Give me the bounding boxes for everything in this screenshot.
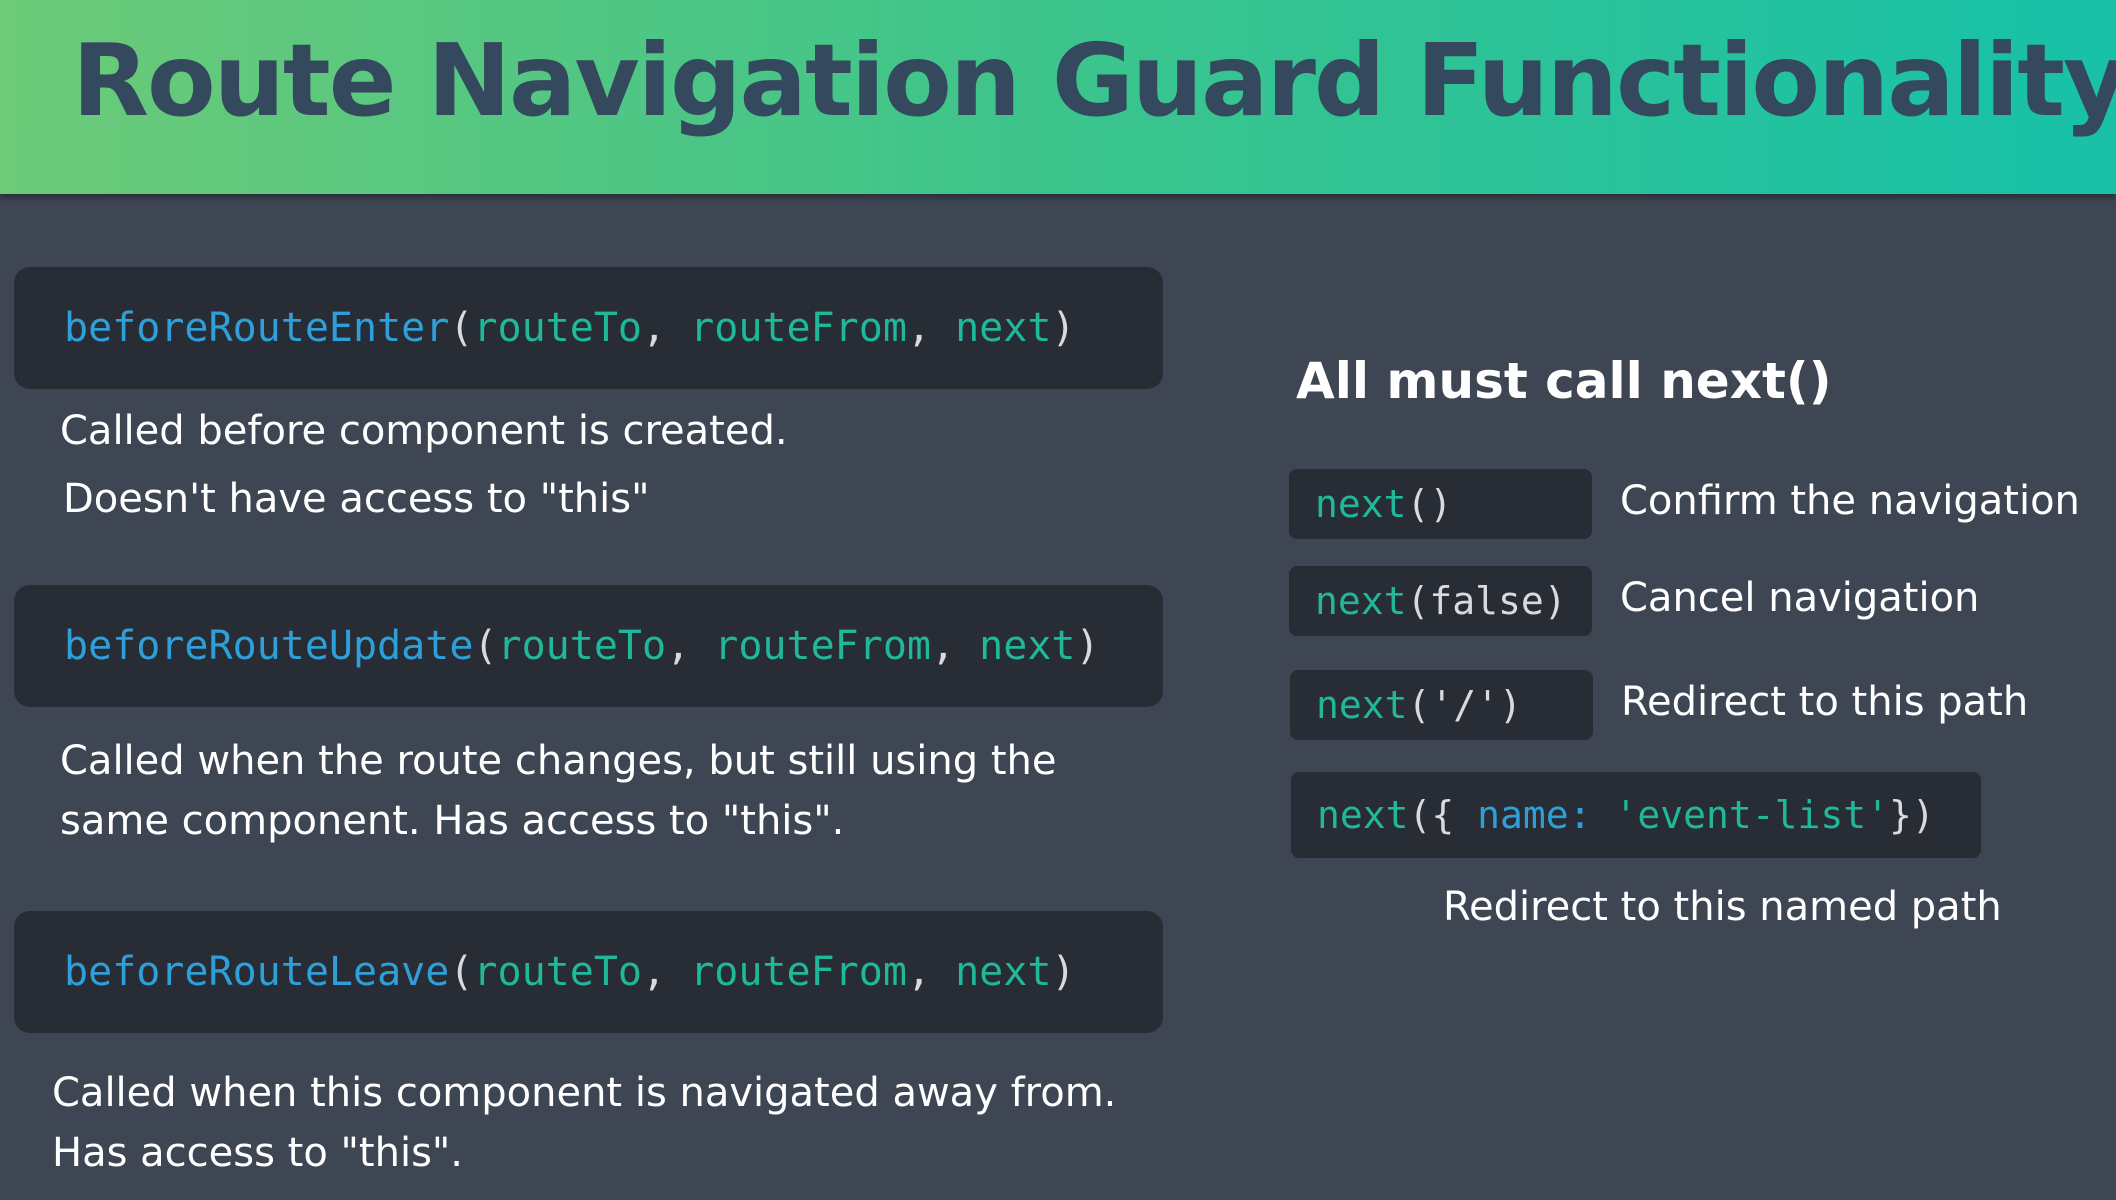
description-before-route-enter-line-2: Doesn't have access to "this" — [63, 476, 650, 522]
arg-next: next — [955, 949, 1052, 995]
code-block-before-route-enter: beforeRouteEnter(routeTo, routeFrom, nex… — [14, 267, 1163, 389]
label-cancel-navigation: Cancel navigation — [1620, 575, 1980, 621]
arg-next: next — [955, 305, 1052, 351]
arg-route-to: routeTo — [497, 623, 667, 669]
function-name: beforeRouteLeave — [64, 949, 450, 995]
function-name: beforeRouteUpdate — [64, 623, 474, 669]
arg-route-from: routeFrom — [690, 305, 907, 351]
header-banner: Route Navigation Guard Functionality — [0, 0, 2116, 194]
function-name: beforeRouteEnter — [64, 305, 450, 351]
code-next-cancel: next (false) — [1289, 566, 1592, 636]
description-before-route-update-line-2: same component. Has access to "this". — [60, 798, 845, 844]
label-confirm-navigation: Confirm the navigation — [1620, 478, 2080, 524]
page-title: Route Navigation Guard Functionality — [72, 22, 2116, 139]
description-before-route-leave-line-2: Has access to "this". — [52, 1130, 464, 1176]
code-next-redirect-path: next ('/') — [1290, 670, 1593, 740]
description-before-route-enter-line-1: Called before component is created. — [60, 408, 788, 454]
description-before-route-update-line-1: Called when the route changes, but still… — [60, 738, 1057, 784]
arg-route-to: routeTo — [473, 949, 642, 995]
label-redirect-path: Redirect to this path — [1621, 679, 2029, 725]
description-before-route-leave-line-1: Called when this component is navigated … — [52, 1070, 1117, 1116]
code-next-redirect-named: next({ name: 'event-list'}) — [1291, 772, 1981, 858]
code-block-before-route-leave: beforeRouteLeave(routeTo, routeFrom, nex… — [14, 911, 1163, 1033]
next-requirement-heading: All must call next() — [1296, 352, 1832, 410]
label-redirect-named-path: Redirect to this named path — [1443, 884, 2002, 930]
code-next-confirm: next() — [1289, 469, 1592, 539]
code-block-before-route-update: beforeRouteUpdate(routeTo, routeFrom, ne… — [14, 585, 1163, 707]
arg-route-to: routeTo — [473, 305, 642, 351]
arg-route-from: routeFrom — [690, 949, 907, 995]
arg-next: next — [979, 623, 1076, 669]
arg-route-from: routeFrom — [714, 623, 931, 669]
